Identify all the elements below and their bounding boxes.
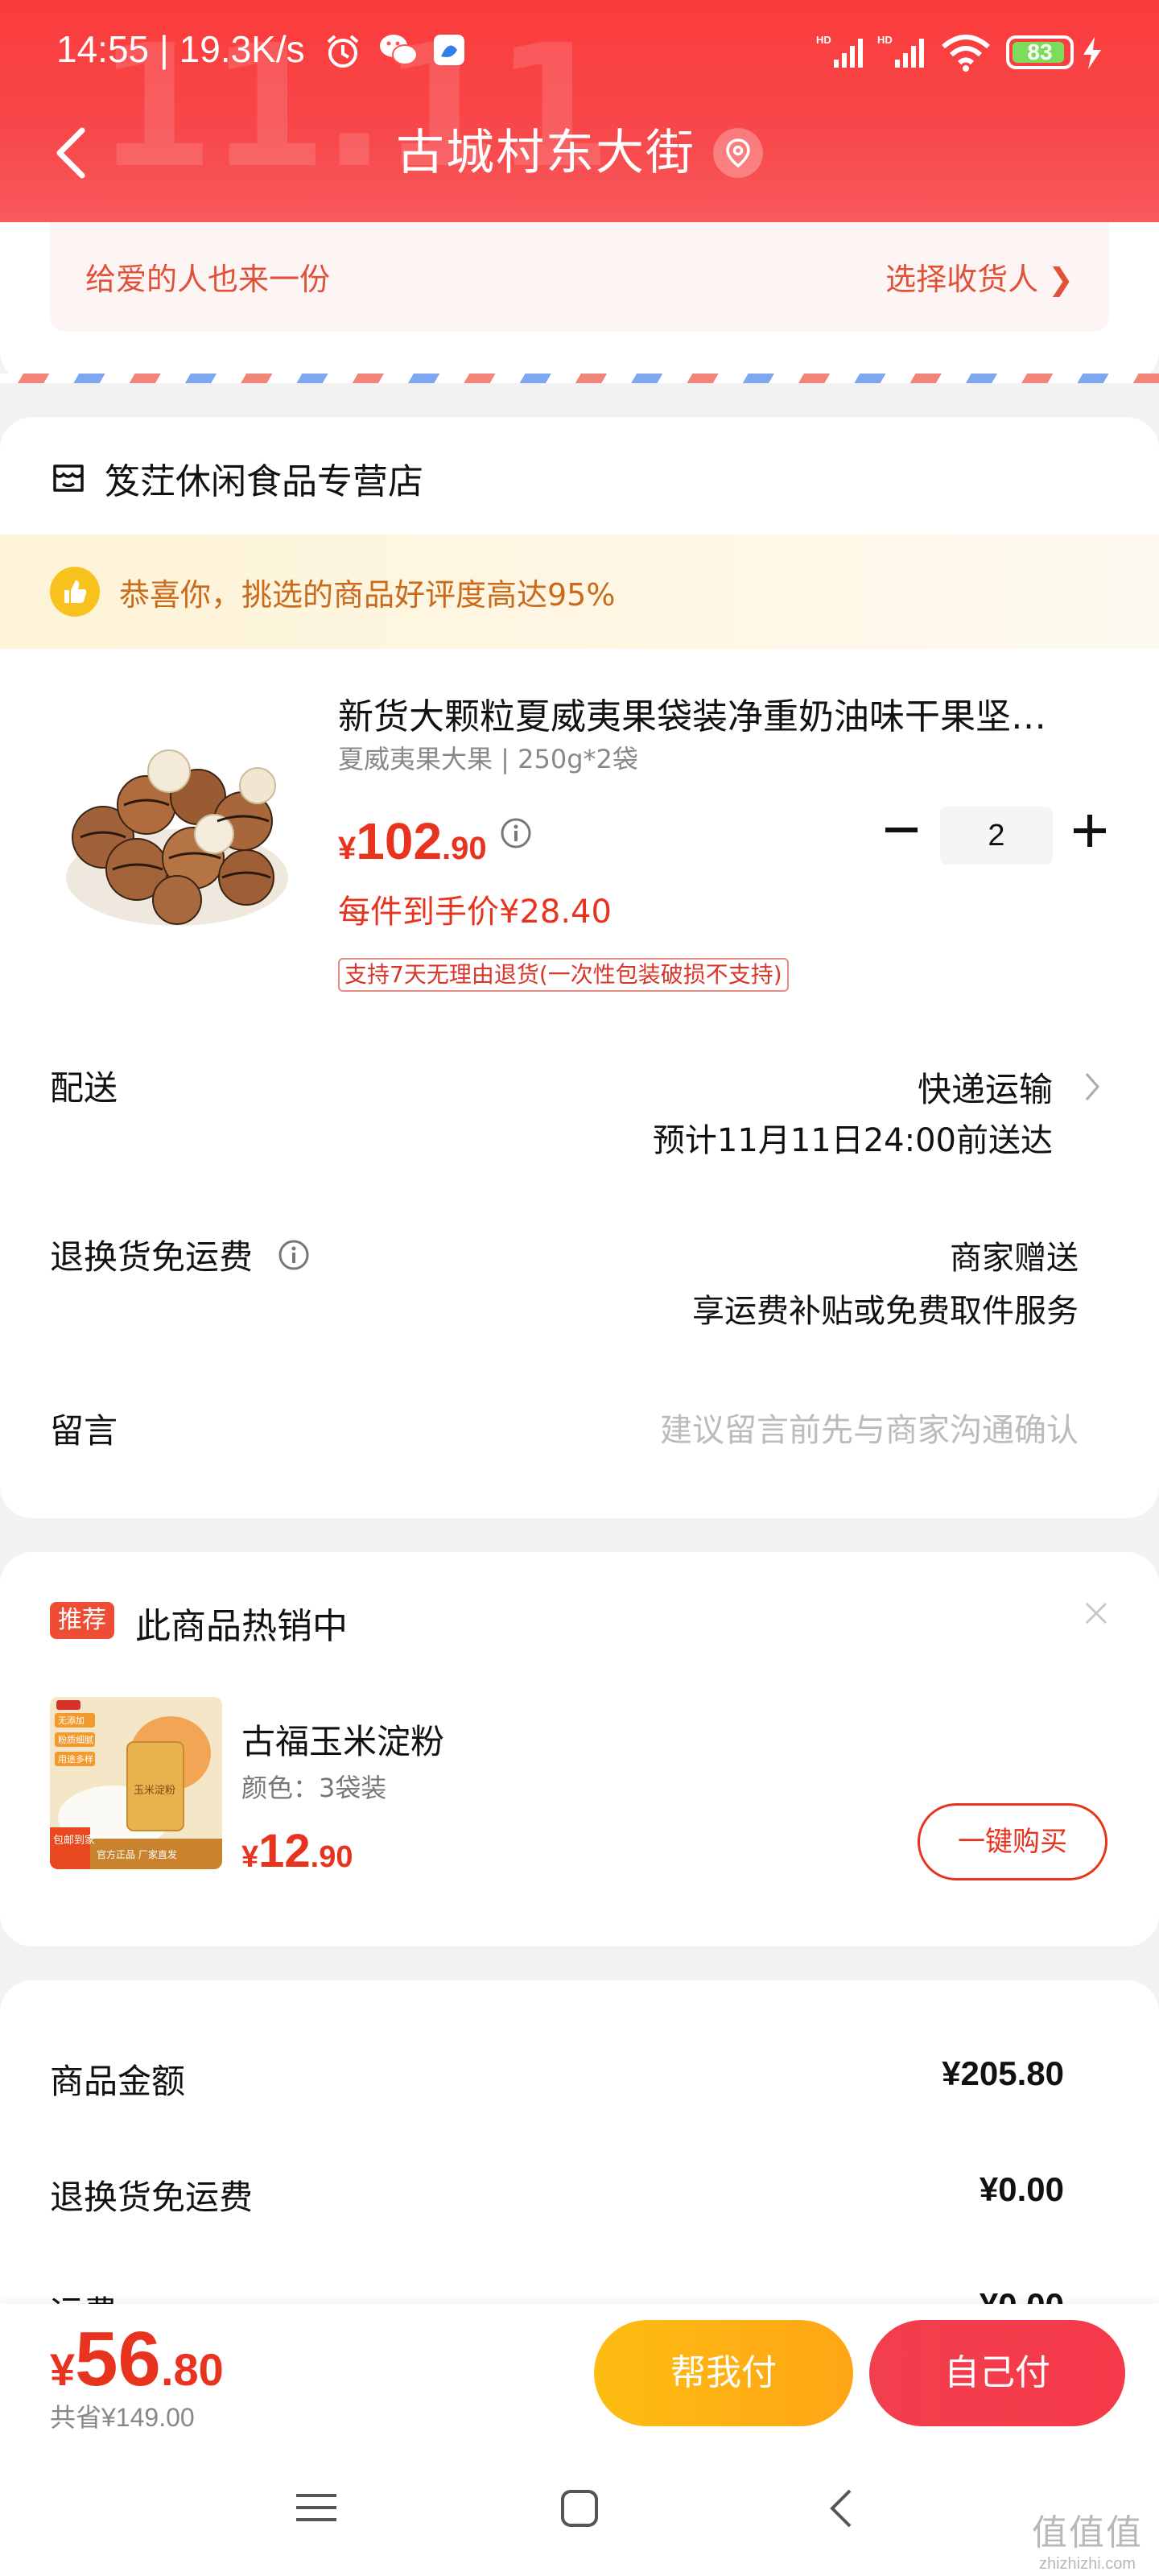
page-title: 古城村东大街 xyxy=(396,125,695,181)
app-notification-icon xyxy=(434,35,464,65)
charging-icon xyxy=(1083,37,1101,69)
rec-price-integer: 12 xyxy=(258,1825,311,1877)
svg-text:HD: HD xyxy=(816,34,831,46)
header: 11.11 14:55 | 19.3K/s HD HD 83 古城村东大街 xyxy=(0,0,1159,222)
wifi-icon xyxy=(942,35,990,72)
rec-img-corner-text: 包邮到家 xyxy=(53,1834,95,1847)
praise-banner: 恭喜你，挑选的商品好评度高达95% xyxy=(0,535,1159,649)
status-time-speed: 14:55 | 19.3K/s xyxy=(56,28,305,70)
checkout-bar: ¥56.80 共省¥149.00 帮我付 自己付 xyxy=(0,2304,1159,2449)
return-shipping-label: 退换货免运费 xyxy=(50,1237,254,1277)
summary-return-shipping-value: ¥0.00 xyxy=(979,2170,1064,2208)
battery-level-text: 83 xyxy=(1027,39,1053,64)
quantity-increase-button[interactable] xyxy=(1074,815,1106,847)
pay-myself-button[interactable]: 自己付 xyxy=(869,2320,1125,2426)
back-icon[interactable] xyxy=(826,2487,858,2529)
store-header[interactable]: 笈茳休闲食品专营店 xyxy=(50,452,423,504)
summary-goods-label: 商品金额 xyxy=(50,2062,186,2101)
product-title[interactable]: 新货大颗粒夏威夷果袋装净重奶油味干果坚… xyxy=(338,687,1095,739)
recommend-product-image[interactable]: 无添加 粉质细腻 用途多样 玉米淀粉 包邮到家 官方正品 厂家直发 xyxy=(50,1697,222,1869)
price-currency: ¥ xyxy=(338,831,357,866)
summary-goods-value: ¥205.80 xyxy=(942,2054,1064,2092)
recommend-product-price: ¥12.90 xyxy=(241,1824,353,1878)
quantity-decrease-button[interactable] xyxy=(885,828,918,832)
price-decimal: .90 xyxy=(442,831,487,866)
battery-icon: 83 xyxy=(1006,35,1074,69)
delivery-method[interactable]: 快递运输 xyxy=(918,1063,1053,1112)
return-shipping-info-icon[interactable] xyxy=(277,1238,311,1272)
signal-hd-2-icon: HD xyxy=(877,34,924,68)
one-click-buy-button[interactable]: 一键购买 xyxy=(918,1803,1107,1880)
svg-text:HD: HD xyxy=(877,34,893,46)
status-bar: 14:55 | 19.3K/s HD HD 83 xyxy=(0,0,1159,105)
total-integer: 56 xyxy=(75,2316,161,2402)
rec-price-currency: ¥ xyxy=(241,1840,259,1874)
recommend-tag: 推荐 xyxy=(50,1602,114,1639)
price-info-icon[interactable] xyxy=(499,816,533,850)
return-policy-tag: 支持7天无理由退货(一次性包装破损不支持) xyxy=(338,958,789,992)
system-nav-bar xyxy=(0,2449,1159,2576)
message-label: 留言 xyxy=(50,1411,118,1451)
return-shipping-value: 商家赠送 xyxy=(950,1240,1079,1277)
price-integer: 102 xyxy=(356,812,443,870)
delivery-label: 配送 xyxy=(50,1068,118,1108)
recommend-card: 推荐 此商品热销中 无添加 粉质细腻 用途多样 玉米淀粉 包邮到家 官方正品 厂… xyxy=(0,1552,1159,1946)
alarm-icon xyxy=(327,35,359,68)
rec-img-footer-text: 官方正品 厂家直发 xyxy=(97,1848,177,1860)
site-watermark-url: zhizhizhi.com xyxy=(1038,2555,1136,2573)
thumbs-up-icon xyxy=(50,567,100,617)
gift-bar[interactable]: 给爱的人也来一份 选择收货人 ❯ xyxy=(50,222,1109,332)
return-shipping-row: 退换货免运费 xyxy=(50,1230,311,1279)
store-icon xyxy=(53,464,84,492)
message-input[interactable]: 建议留言前先与商家沟通确认 xyxy=(660,1404,1079,1451)
location-pin-icon[interactable] xyxy=(713,128,763,178)
gift-text: 给爱的人也来一份 xyxy=(85,262,331,297)
select-receiver-link[interactable]: 选择收货人 ❯ xyxy=(885,254,1074,299)
praise-text: 恭喜你，挑选的商品好评度高达95% xyxy=(119,576,616,613)
signal-hd-icon: HD xyxy=(816,34,863,68)
store-order-card: 笈茳休闲食品专营店 恭喜你，挑选的商品好评度高达95% 新货大颗粒夏威夷果袋装净… xyxy=(0,417,1159,1518)
summary-return-shipping-label: 退换货免运费 xyxy=(50,2178,254,2217)
product-price: ¥102.90 xyxy=(338,811,487,871)
delivery-chevron-icon[interactable] xyxy=(1083,1071,1101,1103)
product-sku[interactable]: 夏威夷果大果 | 250g*2袋 xyxy=(338,739,638,776)
return-shipping-desc: 享运费补贴或免费取件服务 xyxy=(692,1293,1079,1330)
menu-icon[interactable] xyxy=(295,2487,338,2528)
help-me-pay-button[interactable]: 帮我付 xyxy=(594,2320,853,2426)
product-image-macadamia[interactable] xyxy=(56,716,298,934)
home-icon[interactable] xyxy=(559,2487,600,2529)
airmail-border xyxy=(0,374,1159,383)
wechat-icon xyxy=(380,35,418,65)
rec-img-tag-2: 粉质细腻 xyxy=(58,1735,93,1745)
address-card: 给爱的人也来一份 选择收货人 ❯ xyxy=(0,222,1159,383)
close-icon[interactable] xyxy=(1082,1599,1111,1628)
rec-price-decimal: .90 xyxy=(310,1840,353,1874)
recommend-title: 此商品热销中 xyxy=(135,1606,348,1647)
total-currency: ¥ xyxy=(50,2344,76,2395)
recommend-product-variant: 颜色：3袋装 xyxy=(241,1773,387,1803)
rec-img-tag-3: 用途多样 xyxy=(58,1753,93,1765)
rec-img-tag-1: 无添加 xyxy=(58,1715,85,1726)
quantity-input[interactable]: 2 xyxy=(940,807,1053,865)
recommend-product-name[interactable]: 古福玉米淀粉 xyxy=(241,1715,444,1764)
total-saved: 共省¥149.00 xyxy=(50,2403,195,2432)
delivery-eta: 预计11月11日24:00前送达 xyxy=(652,1122,1053,1159)
rec-img-package-text: 玉米淀粉 xyxy=(134,1785,175,1797)
total-price: ¥56.80 xyxy=(50,2315,224,2404)
site-watermark: 值值值 zhizhizhi.com xyxy=(1032,2504,1143,2574)
site-watermark-logo: 值值值 xyxy=(1032,2512,1143,2553)
address-title-bar[interactable]: 古城村东大街 xyxy=(0,121,1159,185)
total-decimal: .80 xyxy=(160,2344,224,2395)
unit-price: 每件到手价¥28.40 xyxy=(338,894,612,931)
store-name: 笈茳休闲食品专营店 xyxy=(105,461,423,502)
